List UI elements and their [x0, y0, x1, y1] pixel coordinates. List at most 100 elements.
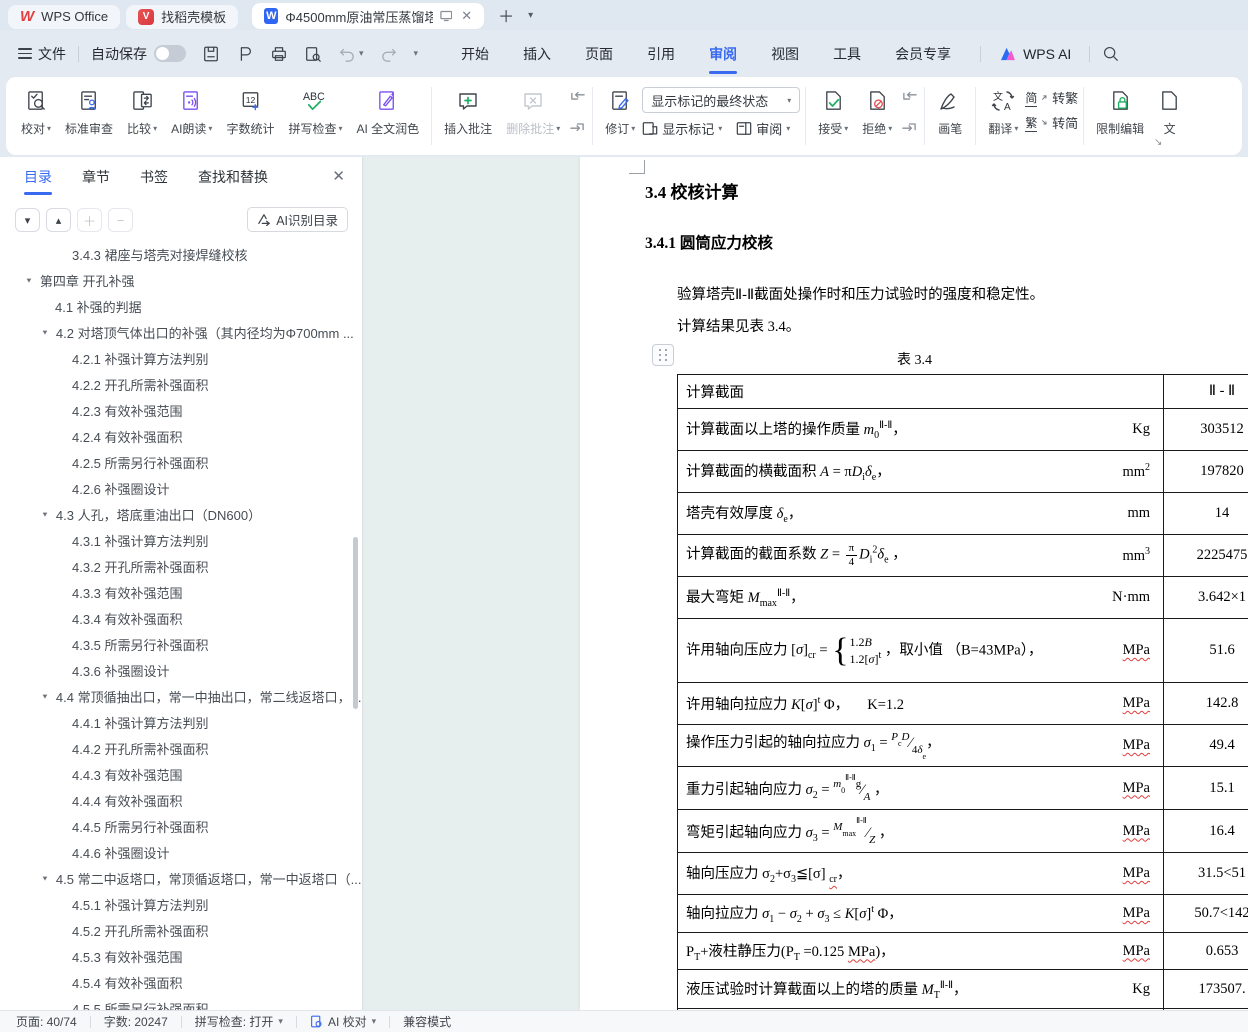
toc-item[interactable]: 4.4.6 补强圈设计: [0, 839, 362, 865]
table-row[interactable]: 重力引起轴向应力 σ2 = m0Ⅱ-Ⅱg⁄A ，MPa15.1: [678, 767, 1248, 810]
toc-item[interactable]: ▼4.4 常顶循抽出口，常一中抽出口，常二线返塔口， ...: [0, 683, 362, 709]
toc-item[interactable]: 4.4.4 有效补强面积: [0, 787, 362, 813]
compare-button[interactable]: 比较▾: [120, 84, 164, 142]
sidebar-tab-chapters[interactable]: 章节: [82, 157, 110, 197]
track-changes-button[interactable]: 修订▾: [598, 84, 642, 142]
table-row[interactable]: 计算截面的截面系数 Z = π4Di2δe ，mm32225475: [678, 535, 1248, 577]
next-comment-icon[interactable]: [567, 115, 587, 131]
ai-proof-indicator[interactable]: AI 校对▾: [310, 1013, 376, 1030]
table-row[interactable]: 液压试验时计算截面以上的塔的质量 MTⅡ-Ⅱ，Kg173507.: [678, 970, 1248, 1009]
tab-wps-office[interactable]: W WPS Office: [8, 5, 120, 29]
word-count-indicator[interactable]: 字数: 20247: [104, 1013, 168, 1030]
table-row[interactable]: 计算截面的横截面积 A = πDiδe，mm2197820: [678, 451, 1248, 493]
toc-item[interactable]: 4.5.2 开孔所需补强面积: [0, 917, 362, 943]
ai-read-button[interactable]: AI朗读▾: [164, 84, 219, 142]
dialog-launcher-icon[interactable]: ↘: [1154, 137, 1162, 148]
menu-review[interactable]: 审阅: [692, 31, 754, 77]
toc-item[interactable]: 4.3.5 所需另行补强面积: [0, 631, 362, 657]
toc-item[interactable]: 4.3.6 补强圈设计: [0, 657, 362, 683]
doc-paragraph[interactable]: 验算塔壳Ⅱ-Ⅱ截面处操作时和压力试验时的强度和稳定性。: [677, 283, 1044, 304]
page-indicator[interactable]: 页面: 40/74: [16, 1013, 77, 1030]
toc-item[interactable]: 3.4.3 裙座与塔壳对接焊缝校核: [0, 241, 362, 267]
menu-tools[interactable]: 工具: [816, 31, 878, 77]
spell-check-button[interactable]: ABC 拼写检查▾: [281, 84, 349, 142]
previous-comment-icon[interactable]: [567, 91, 587, 107]
print-preview-icon[interactable]: [304, 45, 322, 63]
tab-list-chevron-icon[interactable]: ▾: [528, 10, 533, 21]
toc-expand-triangle-icon[interactable]: ▼: [41, 328, 49, 336]
sidebar-tab-bookmarks[interactable]: 书签: [140, 157, 168, 197]
window-mode-icon[interactable]: [440, 10, 453, 22]
tab-document-active[interactable]: W Φ4500mm原油常压蒸馏塔机 ✕: [252, 3, 484, 29]
simplified-to-traditional-button[interactable]: 简➔ 转繁: [1025, 88, 1078, 107]
new-tab-icon[interactable]: ＋: [498, 3, 514, 27]
menu-view[interactable]: 视图: [754, 31, 816, 77]
more-commands-chevron-icon[interactable]: ▾: [414, 48, 419, 59]
table-value-cell[interactable]: 50.7<142: [1164, 895, 1248, 932]
table-row[interactable]: 操作压力引起的轴向拉应力 σ1 = PcD⁄4δe，MPa49.4: [678, 725, 1248, 767]
ai-polish-button[interactable]: AI 全文润色: [349, 84, 426, 142]
pen-button[interactable]: 画笔: [930, 84, 970, 142]
sidebar-tab-contents[interactable]: 目录: [24, 157, 52, 197]
toc-item[interactable]: 4.4.2 开孔所需补强面积: [0, 735, 362, 761]
save-icon[interactable]: [202, 45, 220, 63]
doc-heading-1[interactable]: 3.4 校核计算: [645, 178, 739, 203]
close-tab-icon[interactable]: ✕: [461, 8, 472, 24]
table-value-cell[interactable]: 173507.: [1164, 970, 1248, 1008]
doc-paragraph[interactable]: 计算结果见表 3.4。: [677, 315, 800, 336]
toc-expand-triangle-icon[interactable]: ▼: [41, 692, 49, 700]
sidebar-scrollbar[interactable]: [353, 537, 358, 709]
toc-item[interactable]: ▼4.2 对塔顶气体出口的补强（其内径均为Φ700mm ...: [0, 319, 362, 345]
menu-reference[interactable]: 引用: [630, 31, 692, 77]
table-value-cell[interactable]: 3.642×1: [1164, 577, 1248, 618]
table-row[interactable]: 弯矩引起轴向应力 σ3 = MmaxⅡ-Ⅱ⁄Z ，MPa16.4: [678, 810, 1248, 853]
undo-button[interactable]: ▾: [338, 46, 364, 62]
table-caption[interactable]: 表 3.4: [677, 349, 1152, 369]
reject-button[interactable]: 拒绝▾: [855, 84, 899, 142]
sidebar-tab-find-replace[interactable]: 查找和替换: [198, 157, 268, 197]
table-value-cell[interactable]: 14: [1164, 493, 1248, 534]
export-pdf-icon[interactable]: [236, 45, 254, 63]
table-value-cell[interactable]: 197820: [1164, 451, 1248, 492]
table-row[interactable]: 轴向压应力 σ2+σ3≦[σ] cr，MPa31.5<51: [678, 853, 1248, 895]
table-value-cell[interactable]: 49.4: [1164, 725, 1248, 766]
standard-review-button[interactable]: 标准审查: [58, 84, 120, 142]
toc-item[interactable]: 4.2.1 补强计算方法判别: [0, 345, 362, 371]
toc-item[interactable]: 4.3.3 有效补强范围: [0, 579, 362, 605]
toc-item[interactable]: 4.2.3 有效补强范围: [0, 397, 362, 423]
undo-chevron-icon[interactable]: ▾: [359, 48, 364, 59]
toc-expand-triangle-icon[interactable]: ▼: [41, 510, 49, 518]
table-label-cell[interactable]: 液压试验时计算截面以上的塔的质量 MTⅡ-Ⅱ，Kg: [678, 970, 1164, 1008]
spellcheck-indicator[interactable]: 拼写检查: 打开▾: [195, 1013, 283, 1030]
previous-change-icon[interactable]: [899, 91, 919, 107]
toc-item[interactable]: 4.2.4 有效补强面积: [0, 423, 362, 449]
toc-item[interactable]: 4.3.1 补强计算方法判别: [0, 527, 362, 553]
table-value-cell[interactable]: 142.8: [1164, 683, 1248, 724]
markup-state-dropdown[interactable]: 显示标记的最终状态 ▾: [642, 87, 800, 113]
toc-item[interactable]: 4.2.5 所需另行补强面积: [0, 449, 362, 475]
toc-item[interactable]: 4.4.1 补强计算方法判别: [0, 709, 362, 735]
collapse-all-button[interactable]: ▾: [15, 208, 40, 232]
zoom-in-toc-button[interactable]: ＋: [77, 208, 102, 232]
table-label-cell[interactable]: 许用轴向压应力 [σ]cr = {1.2B1.2[σ]t ，取小值 （B=43M…: [678, 619, 1164, 682]
table-value-cell[interactable]: 31.5<51: [1164, 853, 1248, 894]
redo-button[interactable]: [380, 46, 398, 62]
menu-start[interactable]: 开始: [444, 31, 506, 77]
wps-ai-button[interactable]: WPS AI: [993, 46, 1077, 62]
table-value-cell[interactable]: 2225475: [1164, 535, 1248, 576]
table-row[interactable]: 计算截面以上塔的操作质量 m0Ⅱ-Ⅱ，Kg303512: [678, 409, 1248, 451]
toc-item[interactable]: 4.5.1 补强计算方法判别: [0, 891, 362, 917]
table-value-cell[interactable]: 0.653: [1164, 933, 1248, 969]
toc-item[interactable]: 4.3.4 有效补强面积: [0, 605, 362, 631]
word-count-button[interactable]: 12 字数统计: [219, 84, 281, 142]
zoom-out-toc-button[interactable]: −: [108, 208, 133, 232]
table-row[interactable]: 轴向拉应力 σ1 − σ2 + σ3 ≤ K[σ]t Φ，MPa50.7<142: [678, 895, 1248, 933]
table-move-handle[interactable]: [652, 344, 674, 366]
table-label-cell[interactable]: 最大弯矩 MmaxⅡ-Ⅱ，N·mm: [678, 577, 1164, 618]
table-value-cell[interactable]: 303512: [1164, 409, 1248, 450]
table-row[interactable]: 许用轴向拉应力 K[σ]t Φ， K=1.2MPa142.8: [678, 683, 1248, 725]
table-row[interactable]: 计算截面Ⅱ - Ⅱ: [678, 375, 1248, 409]
toc-item[interactable]: ▼第四章 开孔补强: [0, 267, 362, 293]
table-label-cell[interactable]: 计算截面的截面系数 Z = π4Di2δe ，mm3: [678, 535, 1164, 576]
table-label-cell[interactable]: 计算截面以上塔的操作质量 m0Ⅱ-Ⅱ，Kg: [678, 409, 1164, 450]
